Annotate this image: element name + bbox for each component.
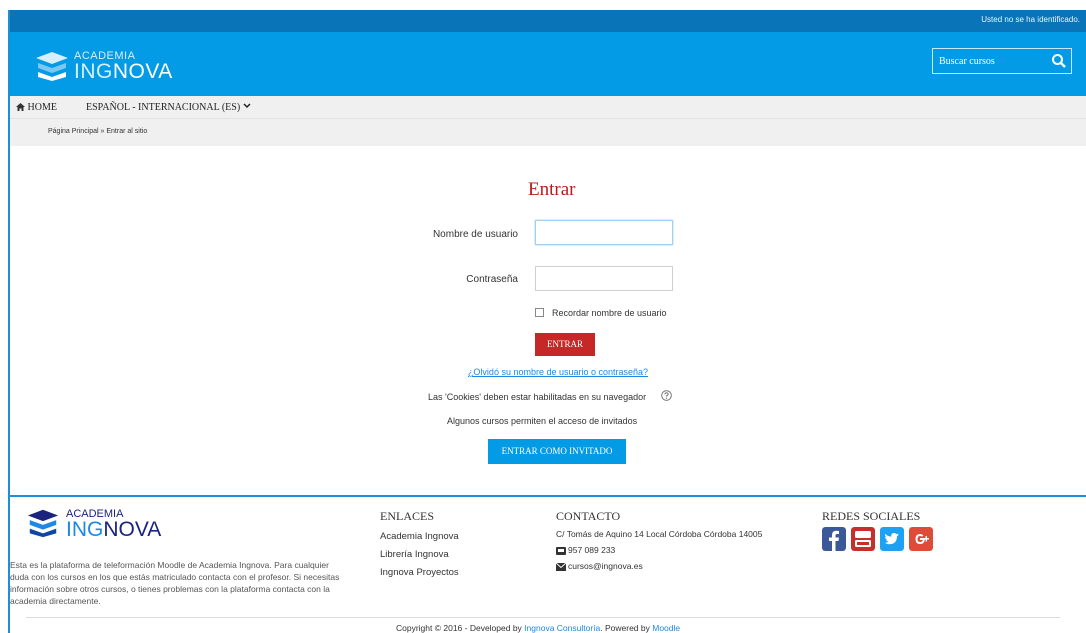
page-title: Entrar (528, 179, 576, 200)
contact-email[interactable]: cursos@ingnova.es (556, 561, 643, 571)
password-field[interactable] (535, 266, 673, 291)
footer-description: Esta es la plataforma de teleformación M… (10, 560, 340, 606)
youtube-icon[interactable] (851, 527, 875, 551)
login-button[interactable]: ENTRAR (535, 333, 595, 356)
footer-divider (26, 617, 1060, 618)
breadcrumb: Página Principal » Entrar al sitio (10, 118, 1086, 146)
main-nav: HOME ESPAÑOL - INTERNACIONAL (ES) (10, 96, 1086, 118)
language-menu[interactable]: ESPAÑOL - INTERNACIONAL (ES) (86, 102, 251, 113)
search-input[interactable]: Buscar cursos (939, 56, 995, 67)
username-label: Nombre de usuario (432, 229, 518, 240)
username-field[interactable] (535, 220, 673, 245)
search-icon[interactable] (1051, 53, 1067, 69)
login-status-text: Usted no se ha identificado. (981, 15, 1080, 24)
social-heading: REDES SOCIALES (822, 509, 921, 523)
guest-access-note: Algunos cursos permiten el acceso de inv… (447, 416, 638, 426)
home-icon (16, 103, 25, 111)
footer-logo-line-2: INGNOVA (66, 518, 162, 541)
footer-link-proyectos[interactable]: Ingnova Proyectos (380, 567, 459, 578)
page-frame: Usted no se ha identificado. ACADEMIA IN… (8, 10, 1086, 633)
contact-heading: CONTACTO (556, 509, 621, 523)
guest-login-button[interactable]: ENTRAR COMO INVITADO (488, 439, 626, 464)
phone-icon (556, 546, 566, 555)
cookies-note: Las 'Cookies' deben estar habilitadas en… (428, 392, 647, 402)
twitter-icon[interactable] (880, 527, 904, 551)
breadcrumb-text[interactable]: Página Principal » Entrar al sitio (48, 128, 147, 135)
footer-logo: ACADEMIA INGNOVA (26, 505, 166, 543)
google-plus-icon[interactable] (909, 527, 933, 551)
course-search[interactable]: Buscar cursos (932, 48, 1072, 74)
remember-username-checkbox[interactable] (535, 308, 544, 317)
contact-phone: 957 089 233 (556, 545, 615, 555)
remember-username-label[interactable]: Recordar nombre de usuario (552, 308, 667, 318)
help-icon[interactable] (661, 390, 672, 401)
password-label: Contraseña (466, 274, 518, 285)
contact-address: C/ Tomás de Aquino 14 Local Córdoba Córd… (556, 529, 763, 539)
site-footer: ACADEMIA INGNOVA Esta es la plataforma d… (10, 495, 1086, 633)
site-header: ACADEMIA INGNOVA Buscar cursos (10, 32, 1086, 96)
chevron-down-icon (243, 103, 251, 109)
links-heading: ENLACES (380, 509, 434, 523)
site-logo[interactable]: ACADEMIA INGNOVA (34, 46, 174, 86)
developer-link[interactable]: Ingnova Consultoría (524, 623, 600, 633)
copyright: Copyright © 2016 - Developed by Ingnova … (396, 623, 681, 633)
nav-home[interactable]: HOME (16, 102, 57, 113)
envelope-icon (556, 562, 566, 571)
facebook-icon[interactable] (822, 527, 846, 551)
footer-link-libreria[interactable]: Librería Ingnova (380, 549, 449, 560)
logo-line-2: INGNOVA (74, 60, 173, 83)
footer-link-academia[interactable]: Academia Ingnova (380, 531, 459, 542)
top-bar: Usted no se ha identificado. (10, 10, 1086, 32)
logo-mark-icon (27, 509, 59, 538)
logo-mark-icon (36, 52, 68, 81)
moodle-link[interactable]: Moodle (652, 623, 680, 633)
forgot-password-link[interactable]: ¿Olvidó su nombre de usuario o contraseñ… (453, 367, 663, 377)
